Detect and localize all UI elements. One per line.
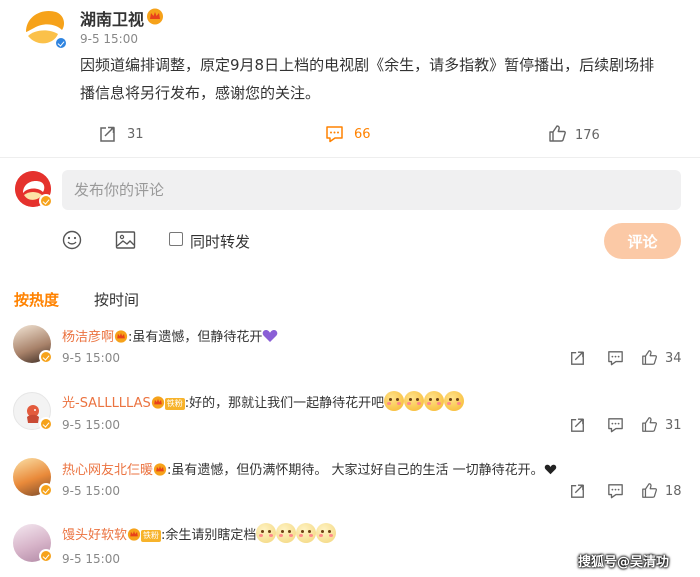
comment-like-count[interactable]: 34 (665, 351, 682, 366)
black-heart-icon (544, 464, 556, 475)
comment-input-box[interactable] (62, 170, 681, 210)
crown-icon (147, 8, 163, 25)
like-icon[interactable] (641, 416, 658, 433)
tab-sort-hot[interactable]: 按热度 (14, 289, 59, 310)
share-icon[interactable] (569, 417, 586, 433)
repost-icon[interactable] (98, 125, 117, 143)
comment-user[interactable]: 光-SALLLLLAS (62, 396, 151, 411)
comment-like-count[interactable]: 18 (665, 484, 682, 499)
comment-time: 9-5 15:00 (62, 484, 120, 498)
post-text-line-2: 播信息将另行发布，感谢您的关注。 (80, 84, 321, 102)
repost-checkbox-label[interactable]: 同时转发 (190, 231, 250, 252)
emoji-beg-icon (316, 523, 337, 543)
repost-count[interactable]: 31 (127, 127, 144, 142)
emoji-beg-icon (296, 523, 317, 543)
comment-text: :虽有遗憾，但仍满怀期待。 大家过好自己的生活 一切静待花开。 (167, 463, 544, 478)
comment-body: 馒头好软软 铁粉:余生请别瞎定档 (62, 523, 337, 543)
purple-heart-icon (263, 329, 278, 342)
repost-checkbox[interactable] (169, 232, 183, 246)
verified-badge-icon (39, 417, 53, 431)
crown-icon (114, 330, 128, 343)
emoji-kiss-icon (404, 391, 425, 411)
like-icon[interactable] (641, 482, 658, 499)
crown-icon (151, 396, 164, 409)
verified-badge-icon (39, 194, 53, 208)
comment-text: :好的，那就让我们一起静待花开吧 (184, 396, 385, 411)
verified-badge-icon (39, 350, 53, 364)
emoji-beg-icon (276, 523, 297, 543)
post-text-line-1: 因频道编排调整，原定9月8日上档的电视剧《余生，请多指教》暂停播出，后续剧场排 (80, 56, 655, 74)
divider (0, 157, 700, 158)
emoji-beg-icon (256, 523, 277, 543)
reply-icon[interactable] (607, 350, 624, 366)
emoji-kiss-icon (424, 391, 445, 411)
comment-like-count[interactable]: 31 (665, 418, 682, 433)
submit-comment-button[interactable]: 评论 (604, 223, 681, 259)
image-icon[interactable] (115, 230, 136, 250)
verified-badge-icon (54, 36, 68, 50)
watermark: 搜狐号@吴清功 (578, 555, 670, 570)
comment-time: 9-5 15:00 (62, 418, 120, 432)
fan-badge: 铁粉 (164, 397, 185, 410)
comment-body: 热心网友北仨暖 :虽有遗憾，但仍满怀期待。 大家过好自己的生活 一切静待花开。 (62, 459, 557, 478)
comment-user[interactable]: 热心网友北仨暖 (62, 463, 153, 478)
like-icon[interactable] (641, 349, 658, 366)
comment-user[interactable]: 杨洁彦啊 (62, 330, 114, 345)
post-time[interactable]: 9-5 15:00 (80, 32, 138, 46)
emoji-kiss-icon (444, 391, 465, 411)
share-icon[interactable] (569, 350, 586, 366)
post-author[interactable]: 湖南卫视 (80, 6, 144, 30)
emoji-icon[interactable] (62, 230, 82, 250)
comment-count[interactable]: 66 (354, 127, 371, 142)
like-count[interactable]: 176 (575, 128, 600, 143)
comment-text: :虽有遗憾，但静待花开 (128, 330, 263, 345)
comment-user[interactable]: 馒头好软软 (62, 528, 127, 543)
comment-body: 光-SALLLLLAS 铁粉:好的，那就让我们一起静待花开吧 (62, 391, 465, 411)
reply-icon[interactable] (607, 483, 624, 499)
crown-icon (127, 528, 141, 541)
comment-body: 杨洁彦啊 :虽有遗憾，但静待花开 (62, 326, 278, 345)
tab-sort-time[interactable]: 按时间 (94, 289, 139, 310)
comment-text: :余生请别瞎定档 (161, 528, 257, 543)
verified-badge-icon (39, 483, 53, 497)
crown-icon (153, 463, 167, 476)
fan-badge: 铁粉 (141, 529, 162, 542)
share-icon[interactable] (569, 483, 586, 499)
reply-icon[interactable] (607, 417, 624, 433)
emoji-kiss-icon (384, 391, 405, 411)
like-icon[interactable] (548, 124, 567, 143)
comment-icon[interactable] (325, 125, 344, 143)
verified-badge-icon (39, 549, 53, 563)
comment-time: 9-5 15:00 (62, 552, 120, 566)
comment-time: 9-5 15:00 (62, 351, 120, 365)
comment-input[interactable] (62, 170, 681, 210)
